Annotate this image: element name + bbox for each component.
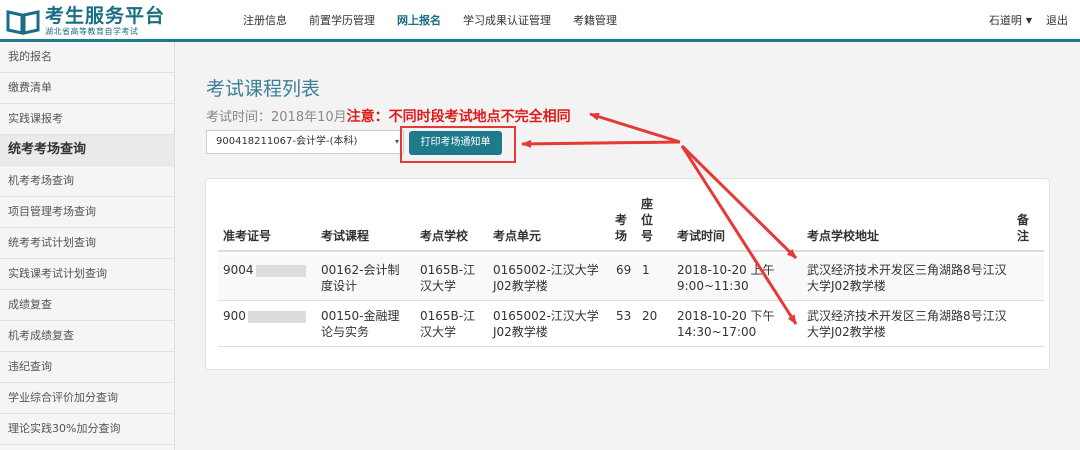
col-unit: 考点单元 — [493, 229, 542, 243]
col-room: 考场 — [615, 213, 628, 243]
nav-student-records[interactable]: 考籍管理 — [573, 12, 617, 28]
cell-room: 69 — [616, 263, 632, 277]
notice-text: 注意：不同时段考试地点不完全相同 — [346, 109, 571, 125]
col-seat: 座位号 — [641, 197, 654, 243]
sidebar-item-computer-venue-query[interactable]: 机考考场查询 — [0, 166, 174, 197]
cell-time: 2018-10-20 下午14:30~17:00 — [677, 309, 775, 339]
sidebar-item-exam-venue-query[interactable]: 统考考场查询 — [0, 135, 174, 166]
nav-prior-education[interactable]: 前置学历管理 — [309, 12, 375, 28]
nav-learning-credit[interactable]: 学习成果认证管理 — [463, 12, 551, 28]
cell-admission-no: 9004 — [223, 262, 306, 278]
cell-course: 00162-会计制度设计 — [321, 263, 400, 293]
exam-table-card: 准考证号 考试课程 考点学校 考点单元 考场 座位号 考试时间 考点学校地址 备… — [205, 178, 1050, 370]
user-menu[interactable]: 石道明 ▼ — [989, 0, 1032, 40]
dropdown-arrow-icon: ▾ — [394, 137, 399, 146]
nav-registration-info[interactable]: 注册信息 — [243, 12, 287, 28]
sidebar-item-practice-enroll[interactable]: 实践课报考 — [0, 104, 174, 135]
main-content: 考试课程列表 考试时间：2018年10月注意：不同时段考试地点不完全相同 900… — [176, 42, 1080, 450]
col-school: 考点学校 — [420, 229, 469, 243]
cell-unit: 0165002-江汉大学J02教学楼 — [493, 309, 599, 339]
redacted-block — [255, 264, 306, 277]
sidebar-item-violation-query[interactable]: 违纪查询 — [0, 352, 174, 383]
enrollment-select-value: 900418211067-会计学-(本科) — [216, 136, 358, 147]
sidebar-item-exam-plan-query[interactable]: 统考考试计划查询 — [0, 228, 174, 259]
cell-seat: 1 — [642, 263, 650, 277]
table-row: 900 00150-金融理论与实务 0165B-江汉大学 0165002-江汉大… — [218, 301, 1044, 347]
logo-title: 考生服务平台 — [45, 4, 166, 27]
sidebar-item-computer-score-review[interactable]: 机考成绩复查 — [0, 321, 174, 352]
table-header: 准考证号 考试课程 考点学校 考点单元 考场 座位号 考试时间 考点学校地址 备… — [218, 196, 1044, 252]
admission-no-prefix: 9004 — [223, 263, 254, 277]
col-time: 考试时间 — [677, 229, 726, 243]
logo-subtitle: 湖北省高等教育自学考试 — [45, 26, 139, 36]
cell-address: 武汉经济技术开发区三角湖路8号江汉大学J02教学楼 — [807, 309, 1007, 339]
enrollment-select[interactable]: 900418211067-会计学-(本科) ▾ — [206, 130, 404, 154]
cell-admission-no: 900 — [223, 308, 306, 324]
cell-school: 0165B-江汉大学 — [420, 263, 476, 293]
cell-room: 53 — [616, 309, 632, 323]
logout-link[interactable]: 退出 — [1046, 0, 1068, 40]
admission-no-prefix: 900 — [223, 309, 246, 323]
redacted-block — [247, 310, 306, 323]
page-title: 考试课程列表 — [206, 78, 321, 100]
caret-down-icon: ▼ — [1025, 15, 1032, 25]
sidebar-item-project-venue-query[interactable]: 项目管理考场查询 — [0, 197, 174, 228]
open-book-icon — [6, 10, 40, 35]
sidebar-item-score-review[interactable]: 成绩复查 — [0, 290, 174, 321]
sidebar-item-evaluation-bonus[interactable]: 学业综合评价加分查询 — [0, 383, 174, 414]
cell-unit: 0165002-江汉大学J02教学楼 — [493, 263, 599, 293]
cell-seat: 20 — [642, 309, 658, 323]
col-remark: 备注 — [1017, 213, 1030, 243]
cell-course: 00150-金融理论与实务 — [321, 309, 400, 339]
print-notice-button[interactable]: 打印考场通知单 — [409, 131, 502, 155]
user-name: 石道明 — [988, 14, 1022, 27]
logo[interactable]: 考生服务平台 湖北省高等教育自学考试 — [6, 5, 165, 37]
cell-school: 0165B-江汉大学 — [420, 309, 476, 339]
sidebar-item-practice-plan-query[interactable]: 实践课考试计划查询 — [0, 259, 174, 290]
sidebar: 我的报名 缴费清单 实践课报考 统考考场查询 机考考场查询 项目管理考场查询 统… — [0, 42, 175, 450]
main-nav: 注册信息 前置学历管理 网上报名 学习成果认证管理 考籍管理 — [232, 0, 628, 40]
col-address: 考点学校地址 — [807, 229, 880, 243]
nav-online-enrollment[interactable]: 网上报名 — [397, 12, 441, 28]
sidebar-item-my-enrollment[interactable]: 我的报名 — [0, 42, 174, 73]
cell-time: 2018-10-20 上午9:00~11:30 — [677, 263, 775, 293]
col-admission-no: 准考证号 — [223, 229, 272, 243]
sidebar-item-practice-bonus[interactable]: 理论实践30%加分查询 — [0, 414, 174, 445]
table-row: 9004 00162-会计制度设计 0165B-江汉大学 0165002-江汉大… — [218, 255, 1044, 301]
col-course: 考试课程 — [321, 229, 370, 243]
exam-time-label: 考试时间：2018年10月 — [206, 110, 347, 125]
sidebar-item-payment-list[interactable]: 缴费清单 — [0, 73, 174, 104]
exam-time-line: 考试时间：2018年10月注意：不同时段考试地点不完全相同 — [206, 106, 571, 126]
cell-address: 武汉经济技术开发区三角湖路8号江汉大学J02教学楼 — [807, 263, 1007, 293]
top-header: 考生服务平台 湖北省高等教育自学考试 注册信息 前置学历管理 网上报名 学习成果… — [0, 0, 1080, 42]
